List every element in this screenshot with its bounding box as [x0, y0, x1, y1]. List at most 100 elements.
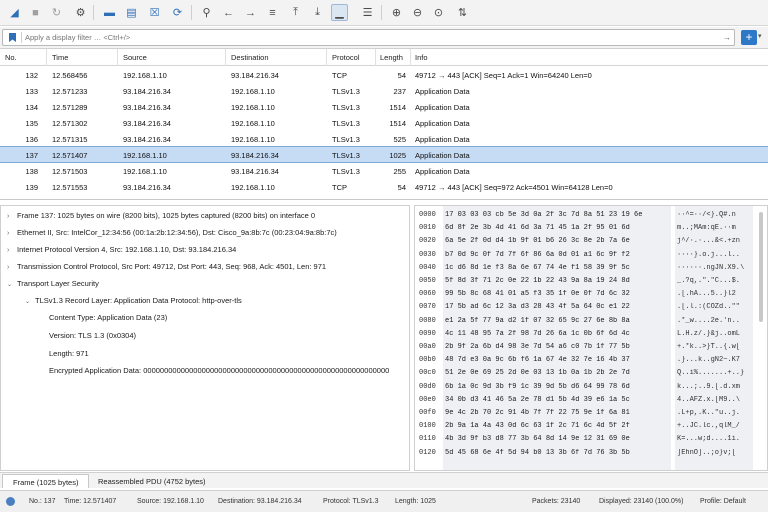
cell-destination: 192.168.1.10 [231, 103, 275, 112]
bytes-line[interactable]: 0010 6d 8f 2e 3b 4d 41 6d 3a 71 45 1a 2f … [415, 224, 757, 237]
packet-row[interactable]: 136 12.571315 93.184.216.34 192.168.1.10… [0, 131, 768, 147]
packet-row[interactable]: 139 12.571553 93.184.216.34 192.168.1.10… [0, 179, 768, 195]
bytes-ascii: K=...w;d....1i. [677, 435, 741, 444]
cell-no: 135 [25, 119, 38, 128]
display-filter-input[interactable] [25, 31, 705, 44]
detail-length[interactable]: Length: 971 [49, 349, 89, 365]
bytes-line[interactable]: 0100 2b 9a 1a 4a 43 0d 6c 63 1f 2c 71 6c … [415, 422, 757, 435]
detail-tls[interactable]: ⌄ Transport Layer Security [7, 279, 99, 295]
cell-length: 525 [393, 135, 406, 144]
packet-row[interactable]: 134 12.571289 93.184.216.34 192.168.1.10… [0, 99, 768, 115]
zoom-out-icon[interactable]: ⊖ [409, 4, 426, 21]
bytes-line[interactable]: 00a0 2b 9f 2a 6b d4 98 3e 7d 54 a6 c0 7b … [415, 343, 757, 356]
restart-icon[interactable]: ↻ [48, 4, 65, 21]
status-profile[interactable]: Profile: Default [700, 498, 746, 505]
expand-arrow-icon[interactable]: › [7, 264, 17, 271]
colorize-icon[interactable]: ☰ [359, 4, 376, 21]
bytes-line[interactable]: 0070 17 5b ad 6c 12 3a d3 28 43 4f 5a 64 … [415, 303, 757, 316]
bytes-scrollbar[interactable] [759, 212, 763, 322]
bytes-line[interactable]: 0110 4b 3d 9f b3 d8 77 3b 64 8d 14 9e 12 … [415, 435, 757, 448]
column-header-length[interactable]: Length [380, 53, 403, 62]
bytes-line[interactable]: 0090 4c 11 48 95 7a 2f 98 7d 26 6a 1c 0b … [415, 330, 757, 343]
bytes-line[interactable]: 0020 6a 5e 2f 0d d4 1b 9f 01 b6 26 3c 8e … [415, 237, 757, 250]
last-packet-icon[interactable]: ⤓ [309, 4, 326, 21]
column-header-source[interactable]: Source [123, 53, 147, 62]
reload-icon[interactable]: ⟳ [169, 4, 186, 21]
find-icon[interactable]: ⚲ [198, 4, 215, 21]
bytes-line[interactable]: 00c0 51 2e 0e 69 25 2d 0e 03 13 1b 0a 1b … [415, 369, 757, 382]
column-header-no[interactable]: No. [5, 53, 17, 62]
bytes-offset: 0110 [419, 435, 436, 444]
apply-filter-arrow-icon[interactable]: → [723, 33, 731, 42]
cell-info: Application Data [415, 119, 470, 128]
bytes-line[interactable]: 0050 5f 8d 3f 71 2c 0e 22 1b 22 43 9a 8a … [415, 277, 757, 290]
cell-no: 136 [25, 135, 38, 144]
autoscroll-icon[interactable]: ▁ [331, 4, 348, 21]
filter-dropdown-caret-icon[interactable]: ▾ [758, 32, 762, 40]
column-header-info[interactable]: Info [415, 53, 428, 62]
detail-tls-record[interactable]: ⌄ TLSv1.3 Record Layer: Application Data … [25, 296, 242, 312]
forward-icon[interactable]: → [242, 4, 259, 21]
shark-fin-icon[interactable]: ◢ [6, 4, 23, 21]
bytes-hex: e1 2a 5f 77 9a d2 1f 07 32 65 9c 27 6e 8… [445, 316, 630, 325]
options-gear-icon[interactable]: ⚙ [72, 4, 89, 21]
bytes-hex: 17 5b ad 6c 12 3a d3 28 43 4f 5a 64 0c e… [445, 303, 630, 312]
packet-row-selected[interactable]: 137 12.571407 192.168.1.10 93.184.216.34… [0, 146, 768, 163]
cell-no: 133 [25, 87, 38, 96]
detail-frame[interactable]: › Frame 137: 1025 bytes on wire (8200 bit… [7, 211, 315, 227]
resize-columns-icon[interactable]: ⇅ [454, 4, 471, 21]
bytes-line[interactable]: 00d0 6b 1a 0c 9d 3b f9 1c 39 9d 5b d6 64 … [415, 383, 757, 396]
zoom-in-icon[interactable]: ⊕ [388, 4, 405, 21]
bytes-line[interactable]: 0000 17 03 03 03 cb 5e 3d 0a 2f 3c 7d 8a … [415, 211, 757, 224]
expert-info-icon[interactable] [6, 497, 15, 506]
bytes-line[interactable]: 0030 b7 0d 9c 0f 7d 7f 6f 86 6a 0d 01 a1 … [415, 251, 757, 264]
column-header-protocol[interactable]: Protocol [332, 53, 360, 62]
add-filter-button[interactable]: + [741, 30, 757, 45]
bytes-line[interactable]: 0120 5d 45 68 6e 4f 5d 94 b0 13 3b 6f 7d … [415, 449, 757, 462]
bytes-line[interactable]: 0080 e1 2a 5f 77 9a d2 1f 07 32 65 9c 27 … [415, 317, 757, 330]
tab-reassembled-pdu[interactable]: Reassembled PDU (4752 bytes) [88, 474, 216, 488]
cell-protocol: TLSv1.3 [332, 103, 360, 112]
first-packet-icon[interactable]: ⤒ [287, 4, 304, 21]
normal-size-icon[interactable]: ⊙ [430, 4, 447, 21]
collapse-arrow-icon[interactable]: ⌄ [7, 281, 17, 288]
detail-ipv4[interactable]: › Internet Protocol Version 4, Src: 192.1… [7, 245, 236, 261]
cell-protocol: TLSv1.3 [332, 87, 360, 96]
bytes-ascii: j^/·.·...&<.+zn [677, 237, 741, 246]
bytes-line[interactable]: 00b0 48 7d e3 0a 9c 6b f6 1a 67 4e 32 7e … [415, 356, 757, 369]
cell-info: Application Data [415, 135, 470, 144]
detail-tcp[interactable]: › Transmission Control Protocol, Src Port… [7, 262, 326, 278]
close-file-icon[interactable]: ☒ [146, 4, 163, 21]
save-icon[interactable]: ▤ [123, 4, 140, 21]
expand-arrow-icon[interactable]: › [7, 247, 17, 254]
bookmark-icon[interactable] [9, 33, 16, 42]
detail-content-type[interactable]: Content Type: Application Data (23) [49, 313, 167, 329]
bytes-offset: 0050 [419, 277, 436, 285]
detail-ethernet[interactable]: › Ethernet II, Src: IntelCor_12:34:56 (00… [7, 228, 337, 244]
stop-icon[interactable]: ■ [27, 4, 44, 21]
bytes-ascii: ····}.o.j...l.. [677, 250, 741, 259]
bytes-line[interactable]: 00f0 9e 4c 2b 70 2c 91 4b 7f 7f 22 75 9e … [415, 409, 757, 422]
packet-row[interactable]: 133 12.571233 93.184.216.34 192.168.1.10… [0, 83, 768, 99]
go-to-packet-icon[interactable]: ≡ [264, 4, 281, 21]
bytes-ascii: ······.ngJN.X9.\ [677, 263, 745, 272]
expand-arrow-icon[interactable]: › [7, 230, 17, 237]
back-icon[interactable]: ← [220, 4, 237, 21]
detail-version[interactable]: Version: TLS 1.3 (0x0304) [49, 331, 136, 347]
bytes-line[interactable]: 0040 1c d6 8d 1e f3 8a 6e 67 74 4e f1 58 … [415, 264, 757, 277]
packet-row[interactable]: 135 12.571302 93.184.216.34 192.168.1.10… [0, 115, 768, 131]
detail-encrypted-data[interactable]: Encrypted Application Data: 000000000000… [49, 366, 389, 382]
packet-row[interactable]: 138 12.571503 192.168.1.10 93.184.216.34… [0, 163, 768, 179]
open-folder-icon[interactable]: ▬ [101, 4, 118, 21]
column-header-time[interactable]: Time [52, 53, 68, 62]
expand-arrow-icon[interactable]: › [7, 213, 17, 220]
bytes-line[interactable]: 00e0 34 0b d3 41 46 5a 2e 78 d1 5b 4d 39 … [415, 396, 757, 409]
status-length: Length: 1025 [395, 498, 436, 505]
bytes-line[interactable]: 0060 99 5b 8c 68 41 01 a5 f3 35 1f 0e 0f … [415, 290, 757, 303]
packet-row[interactable]: 132 12.568456 192.168.1.10 93.184.216.34… [0, 67, 768, 83]
column-header-destination[interactable]: Destination [231, 53, 269, 62]
cell-source: 93.184.216.34 [123, 119, 171, 128]
collapse-arrow-icon[interactable]: ⌄ [25, 298, 35, 305]
main-toolbar: ◢ ■ ↻ ⚙ ▬ ▤ ☒ ⟳ ⚲ ← → ≡ ⤒ ⤓ ▁ ☰ ⊕ ⊖ ⊙ ⇅ [0, 0, 768, 26]
tab-frame-bytes[interactable]: Frame (1025 bytes) [2, 474, 90, 488]
